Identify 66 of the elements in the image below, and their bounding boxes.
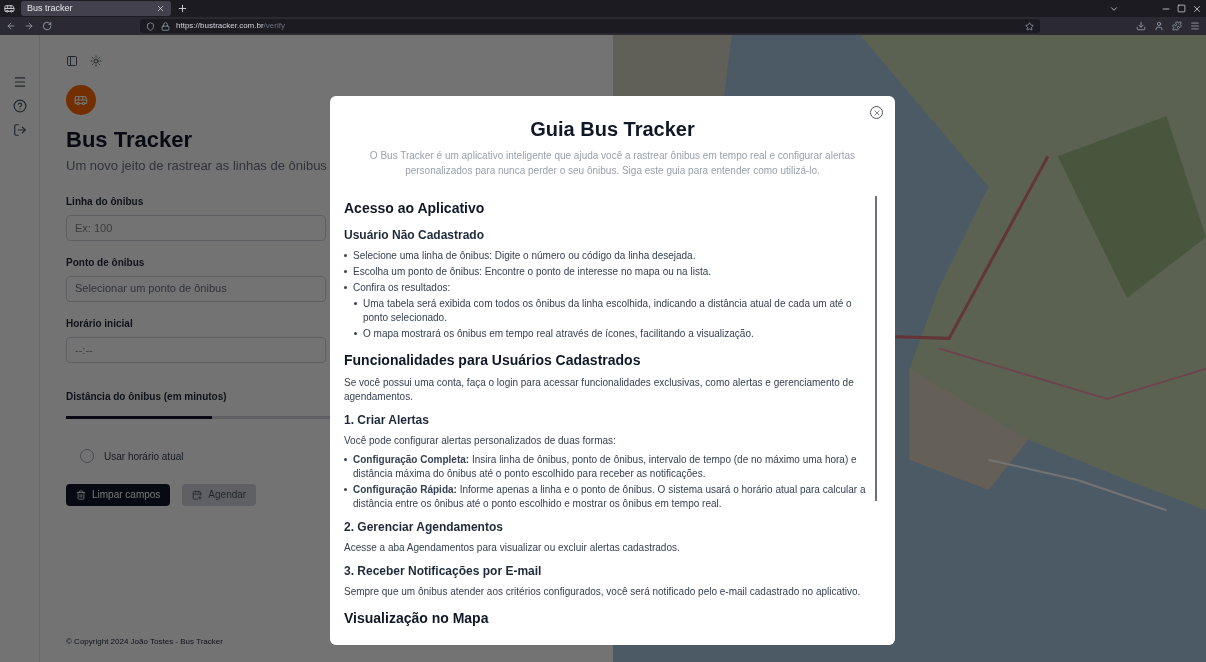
list-item-text: Selecione uma linha de ônibus: Digite o número ou código da linha desejada. [353, 249, 696, 263]
paragraph: Se você possui uma conta, faça o login para acessar funcionalidades exclusivas, como alertas e gerenciamento de agendamentos. [344, 376, 855, 404]
bullet-icon [354, 332, 357, 335]
section-subheading: 3. Receber Notificações por E-mail [344, 563, 543, 580]
field-label: Ponto de ônibus [66, 255, 146, 270]
paragraph: Acesse a aba Agendamentos para visualizar ou excluir alertas cadastrados. [344, 541, 681, 555]
section-heading: Funcionalidades para Usuários Cadastrados [344, 351, 642, 370]
close-icon [872, 108, 881, 117]
list-item-text: O mapa mostrará os ônibus em tempo real através de ícones, facilitando a visualização. [363, 327, 754, 341]
download-icon[interactable] [1136, 21, 1146, 31]
section-heading: Visualização no Mapa [344, 609, 490, 628]
menu-icon[interactable] [1190, 21, 1200, 31]
bookmark-icon[interactable] [1025, 21, 1034, 31]
calendar-icon [192, 489, 203, 500]
new-tab-icon[interactable] [177, 3, 188, 14]
bullet-icon [344, 286, 347, 289]
list-item-text: Uma tabela será exibida com todos os ônibus da linha escolhida, indicando a distância atual de cada um até o ponto selecionado. [363, 297, 853, 325]
list-item-text: Configuração Completa: Insira linha de ônibus, ponto de ônibus, intervalo de tempo (de no máximo uma hora) e distância máxima do ônibus até o ponto escolhido para receber as notificações. [353, 453, 858, 481]
slider-label: Distância do ônibus (em minutos) [66, 389, 227, 404]
dialog-title: Guia Bus Tracker [529, 117, 696, 142]
trash-icon [76, 489, 86, 500]
bullet-icon [344, 270, 347, 273]
theme-icon[interactable] [90, 55, 102, 67]
section-subheading: 1. Criar Alertas [344, 412, 430, 429]
close-icon[interactable] [156, 4, 165, 13]
list-item-text: Escolha um ponto de ônibus: Encontre o ponto de interesse no mapa ou na lista. [353, 265, 711, 279]
form-button[interactable]: Limpar campos [66, 483, 171, 506]
paragraph: Sempre que um ônibus atender aos critérios configurados, você será notificado pelo e-mail cadastrado no aplicativo. [344, 585, 862, 599]
account-icon[interactable] [1154, 21, 1164, 31]
logo-icon [66, 85, 96, 115]
reload-icon[interactable] [42, 21, 52, 31]
logout-icon[interactable] [12, 123, 27, 137]
checkbox-label: Usar horário atual [104, 449, 184, 464]
bullet-icon [344, 254, 347, 257]
address-bar[interactable]: https://bustracker.com.br/verify [140, 19, 1040, 33]
shield-icon [146, 21, 155, 31]
panel-icon[interactable] [66, 55, 78, 67]
dialog-intro: O Bus Tracker é um aplicativo inteligente que ajuda você a rastrear ônibus em tempo real e configurar alertas personalizados para nunca perder o seu ônibus. Siga este guia para entender como utilizá-lo. [368, 149, 857, 178]
section-subheading: Usuário Não Cadastrado [344, 227, 486, 244]
scrollbar[interactable] [875, 196, 877, 501]
section-heading: Acesso ao Aplicativo [344, 199, 486, 218]
field-label: Horário inicial [66, 316, 134, 331]
list-item-text: Confira os resultados: [353, 281, 451, 295]
input-field[interactable]: --:-- [66, 336, 326, 363]
maximize-icon[interactable] [1177, 4, 1186, 13]
app-icon[interactable] [4, 3, 15, 14]
section-subheading: 2. Gerenciar Agendamentos [344, 519, 504, 536]
bullet-icon [344, 458, 347, 461]
bullet-icon [354, 302, 357, 305]
help-icon[interactable] [12, 99, 27, 113]
menu-icon[interactable] [12, 75, 27, 89]
bullet-icon [344, 488, 347, 491]
app-subtitle: Um novo jeito de rastrear as linhas de ônibus [66, 157, 327, 175]
close-icon[interactable] [1192, 3, 1202, 14]
footer-text: © Copyright 2024 João Tostes - Bus Tracker [66, 636, 223, 648]
field-label: Linha do ônibus [66, 194, 145, 209]
lock-icon [161, 21, 170, 31]
list-item-text: Configuração Rápida: Informe apenas a linha e o ponto de ônibus. O sistema usará o horário atual para calcular a distância entre os ônibus até o ponto escolhido e mostrar os ônibus em tempo real. [353, 483, 867, 511]
app-title: Bus Tracker [66, 126, 192, 154]
browser-tab[interactable]: Bus tracker [21, 1, 171, 16]
forward-icon[interactable] [24, 21, 34, 31]
checkbox[interactable] [80, 449, 94, 463]
extensions-icon[interactable] [1172, 21, 1182, 31]
paragraph: Você pode configurar alertas personalizados de duas formas: [344, 434, 617, 448]
back-icon[interactable] [6, 21, 16, 31]
select-field[interactable]: Selecionar um ponto de ônibus [66, 275, 326, 302]
